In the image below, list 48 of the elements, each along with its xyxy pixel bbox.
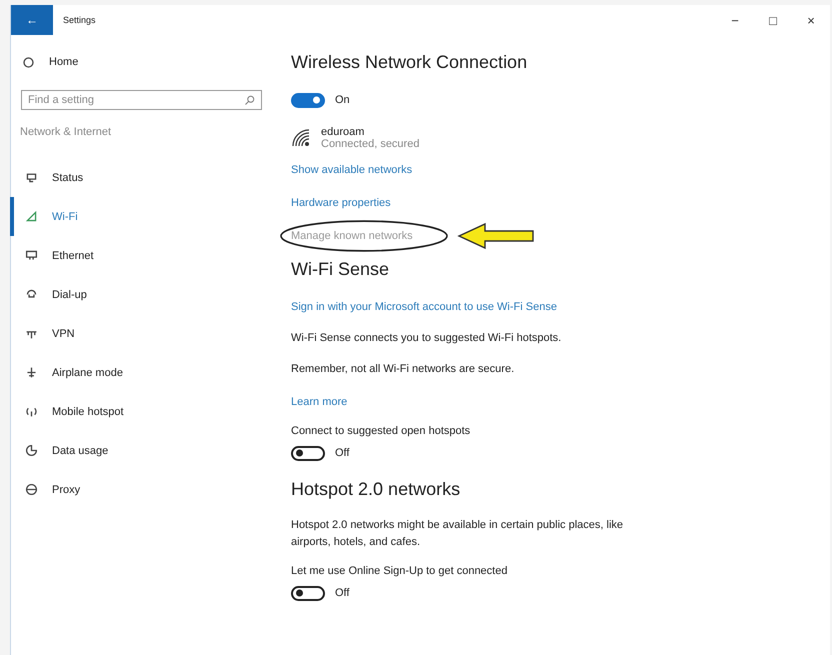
link[interactable]: Show available networks — [291, 164, 412, 176]
toggle-label: Off — [335, 447, 350, 459]
setting-label: Let me use Online Sign-Up to get connected — [291, 565, 508, 577]
link[interactable]: Hardware properties — [291, 197, 391, 209]
description-text: Wi-Fi Sense connects you to suggested Wi-Fi hotspots. — [291, 331, 562, 346]
search-field[interactable]: Find a setting — [21, 90, 262, 110]
toggle-switch[interactable] — [291, 446, 325, 460]
nav-icon — [25, 366, 38, 379]
nav-icon — [25, 249, 38, 262]
nav-icon — [25, 210, 38, 223]
back-button[interactable]: ← — [11, 5, 53, 35]
description-text: Hotspot 2.0 networks might be available in certain public places, like airports, hotels, and cafes. — [291, 518, 624, 550]
sidebar-item[interactable]: Airplane mode — [10, 353, 276, 392]
nav-icon — [25, 171, 38, 184]
window-control-button[interactable]: × — [792, 5, 830, 35]
nav-icon — [25, 444, 38, 457]
sidebar-item[interactable]: VPN — [10, 314, 276, 353]
sidebar-item[interactable]: Data usage — [10, 431, 276, 470]
section-heading: Wireless Network Connection — [291, 52, 528, 74]
network-status: Connected, secured — [321, 138, 420, 150]
home-link[interactable]: Home — [22, 52, 276, 72]
section-heading: Wi-Fi Sense — [291, 259, 390, 281]
link[interactable]: Learn more — [291, 396, 348, 408]
nav-icon — [25, 483, 38, 496]
toggle-switch[interactable] — [291, 586, 325, 600]
link[interactable]: Sign in with your Microsoft account to use Wi-Fi Sense — [291, 301, 557, 313]
sidebar-item[interactable]: Dial-up — [10, 275, 276, 314]
toggle-label: On — [335, 94, 350, 106]
nav-icon — [25, 405, 38, 418]
network-name: eduroam — [321, 126, 366, 138]
sidebar-item[interactable]: Wi-Fi — [10, 197, 276, 236]
setting-label: Connect to suggested open hotspots — [291, 425, 472, 437]
window-control-button[interactable]: − — [716, 5, 754, 35]
sidebar-item[interactable]: Proxy — [10, 470, 276, 509]
sidebar-item[interactable]: Ethernet — [10, 236, 276, 275]
arrow-icon — [457, 222, 535, 250]
home-icon — [22, 56, 35, 68]
sidebar-item[interactable]: Mobile hotspot — [10, 392, 276, 431]
search-icon — [244, 94, 256, 106]
toggle-label: Off — [335, 587, 350, 599]
section-heading: Network & Internet — [20, 126, 112, 140]
description-text: Remember, not all Wi-Fi networks are secure. — [291, 362, 516, 377]
sidebar-item[interactable]: Status — [10, 158, 276, 197]
wifi-icon — [291, 128, 311, 148]
section-heading: Hotspot 2.0 networks — [291, 479, 462, 501]
toggle-switch[interactable] — [291, 92, 325, 108]
window-control-button[interactable]: □ — [754, 5, 792, 35]
window-title: Settings — [63, 15, 96, 25]
